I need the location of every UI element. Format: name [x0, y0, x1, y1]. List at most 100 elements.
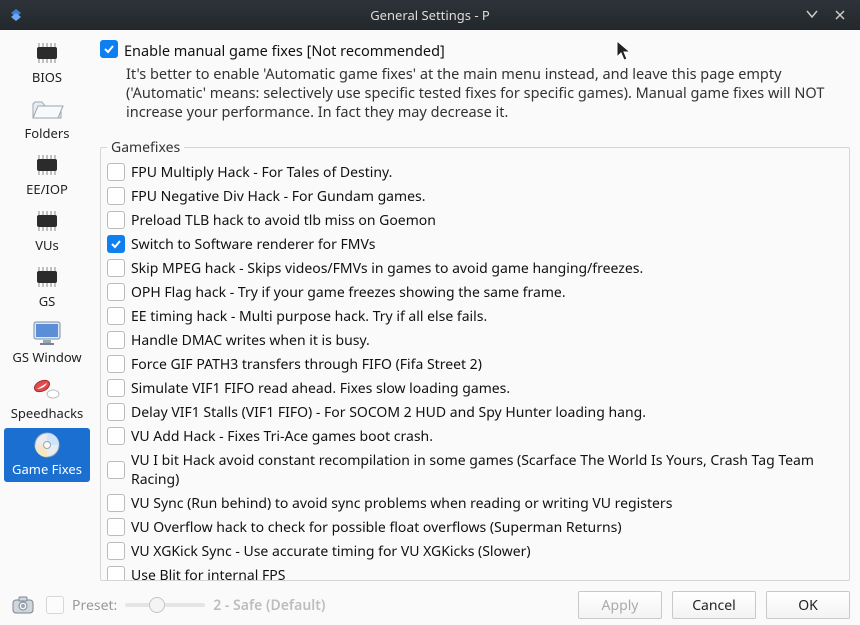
gamefix-row: Handle DMAC writes when it is busy. [107, 331, 843, 350]
sidebar: BIOS Folders EE/IOP VUs GS GS Window Speedhack… [0, 30, 94, 585]
gamefix-checkbox[interactable] [107, 211, 125, 229]
minimize-button[interactable] [800, 3, 824, 27]
gamefix-label[interactable]: Delay VIF1 Stalls (VIF1 FIFO) - For SOCO… [131, 403, 646, 422]
preset-slider[interactable] [125, 595, 205, 615]
gamefix-row: VU XGKick Sync - Use accurate timing for… [107, 542, 843, 561]
gamefix-checkbox[interactable] [107, 163, 125, 181]
enable-manual-fixes-row: Enable manual game fixes [Not recommende… [100, 40, 850, 61]
gamefix-row: Preload TLB hack to avoid tlb miss on Go… [107, 211, 843, 230]
sidebar-item-eeiop[interactable]: EE/IOP [4, 148, 90, 202]
sidebar-item-gs[interactable]: GS [4, 260, 90, 314]
sidebar-item-label: Game Fixes [12, 460, 82, 478]
gamefix-row: Skip MPEG hack - Skips videos/FMVs in ga… [107, 259, 843, 278]
sidebar-item-speedhacks[interactable]: Speedhacks [4, 372, 90, 426]
gamefix-label[interactable]: Switch to Software renderer for FMVs [131, 235, 375, 254]
gamefixes-legend: Gamefixes [107, 138, 184, 157]
sidebar-item-gswindow[interactable]: GS Window [4, 316, 90, 370]
gamefix-checkbox[interactable] [107, 259, 125, 277]
chip-icon [30, 38, 64, 68]
gamefix-row: VU Add Hack - Fixes Tri-Ace games boot c… [107, 427, 843, 446]
description-text: It's better to enable 'Automatic game fi… [100, 65, 850, 122]
gamefix-label[interactable]: FPU Multiply Hack - For Tales of Destiny… [131, 163, 392, 182]
gamefix-row: Simulate VIF1 FIFO read ahead. Fixes slo… [107, 379, 843, 398]
enable-manual-fixes-checkbox[interactable] [100, 40, 118, 58]
monitor-icon [30, 318, 64, 348]
preset-checkbox[interactable] [46, 596, 64, 614]
gamefix-label[interactable]: Skip MPEG hack - Skips videos/FMVs in ga… [131, 259, 643, 278]
gamefix-row: Force GIF PATH3 transfers through FIFO (… [107, 355, 843, 374]
gamefix-checkbox[interactable] [107, 403, 125, 421]
screenshot-icon[interactable] [10, 594, 36, 616]
sidebar-item-label: BIOS [32, 68, 62, 86]
pills-icon [30, 374, 64, 404]
gamefix-label[interactable]: Use Blit for internal FPS [131, 566, 285, 581]
chip-icon [30, 206, 64, 236]
close-button[interactable] [828, 3, 852, 27]
sidebar-item-label: Speedhacks [11, 404, 84, 422]
cancel-button[interactable]: Cancel [672, 591, 756, 619]
gamefix-checkbox[interactable] [107, 427, 125, 445]
gamefix-label[interactable]: Handle DMAC writes when it is busy. [131, 331, 370, 350]
gamefix-label[interactable]: FPU Negative Div Hack - For Gundam games… [131, 187, 425, 206]
sidebar-item-gamefixes[interactable]: Game Fixes [4, 428, 90, 482]
gamefix-checkbox[interactable] [107, 283, 125, 301]
disc-icon [30, 430, 64, 460]
sidebar-item-vus[interactable]: VUs [4, 204, 90, 258]
main-panel: Enable manual game fixes [Not recommende… [94, 30, 860, 585]
titlebar: General Settings - P [0, 0, 860, 30]
gamefixes-list: FPU Multiply Hack - For Tales of Destiny… [107, 161, 843, 581]
gamefix-checkbox[interactable] [107, 518, 125, 536]
body: BIOS Folders EE/IOP VUs GS GS Window Speedhack… [0, 30, 860, 585]
preset-label: Preset: [72, 596, 117, 615]
gamefix-checkbox[interactable] [107, 566, 125, 581]
gamefix-checkbox[interactable] [107, 307, 125, 325]
sidebar-item-label: Folders [25, 124, 70, 142]
gamefix-row: VU Overflow hack to check for possible f… [107, 518, 843, 537]
sidebar-item-folders[interactable]: Folders [4, 92, 90, 146]
window-title: General Settings - P [370, 6, 490, 24]
gamefix-row: FPU Multiply Hack - For Tales of Destiny… [107, 163, 843, 182]
sidebar-item-label: VUs [35, 236, 59, 254]
ok-button[interactable]: OK [766, 591, 850, 619]
gamefix-label[interactable]: VU Overflow hack to check for possible f… [131, 518, 622, 537]
gamefix-row: Delay VIF1 Stalls (VIF1 FIFO) - For SOCO… [107, 403, 843, 422]
chip-icon [30, 262, 64, 292]
preset-value: 2 - Safe (Default) [213, 596, 325, 615]
gamefix-checkbox[interactable] [107, 542, 125, 560]
gamefix-label[interactable]: Force GIF PATH3 transfers through FIFO (… [131, 355, 482, 374]
preset-area: Preset: 2 - Safe (Default) [46, 595, 325, 615]
sidebar-item-bios[interactable]: BIOS [4, 36, 90, 90]
gamefix-checkbox[interactable] [107, 331, 125, 349]
gamefix-label[interactable]: OPH Flag hack - Try if your game freezes… [131, 283, 566, 302]
gamefix-checkbox[interactable] [107, 494, 125, 512]
gamefix-checkbox[interactable] [107, 461, 125, 479]
gamefixes-group: Gamefixes FPU Multiply Hack - For Tales … [100, 138, 850, 581]
gamefix-checkbox[interactable] [107, 187, 125, 205]
gamefix-label[interactable]: VU Sync (Run behind) to avoid sync probl… [131, 494, 672, 513]
gamefix-label[interactable]: EE timing hack - Multi purpose hack. Try… [131, 307, 487, 326]
sidebar-item-label: GS [39, 292, 56, 310]
gamefix-row: EE timing hack - Multi purpose hack. Try… [107, 307, 843, 326]
app-icon [8, 7, 24, 23]
bottom-bar: Preset: 2 - Safe (Default) Apply Cancel … [0, 585, 860, 625]
gamefix-checkbox[interactable] [107, 379, 125, 397]
gamefix-label[interactable]: Preload TLB hack to avoid tlb miss on Go… [131, 211, 436, 230]
sidebar-item-label: EE/IOP [26, 180, 68, 198]
gamefix-row: OPH Flag hack - Try if your game freezes… [107, 283, 843, 302]
chip-icon [30, 150, 64, 180]
gamefix-checkbox[interactable] [107, 355, 125, 373]
gamefix-label[interactable]: VU XGKick Sync - Use accurate timing for… [131, 542, 531, 561]
folder-icon [30, 94, 64, 124]
gamefix-label[interactable]: Simulate VIF1 FIFO read ahead. Fixes slo… [131, 379, 510, 398]
gamefix-label[interactable]: VU I bit Hack avoid constant recompilati… [131, 451, 843, 489]
gamefix-row: FPU Negative Div Hack - For Gundam games… [107, 187, 843, 206]
gamefix-row: VU Sync (Run behind) to avoid sync probl… [107, 494, 843, 513]
gamefix-row: VU I bit Hack avoid constant recompilati… [107, 451, 843, 489]
gamefix-checkbox[interactable] [107, 235, 125, 253]
gamefix-label[interactable]: VU Add Hack - Fixes Tri-Ace games boot c… [131, 427, 433, 446]
gamefix-row: Switch to Software renderer for FMVs [107, 235, 843, 254]
gamefix-row: Use Blit for internal FPS [107, 566, 843, 581]
apply-button[interactable]: Apply [578, 591, 662, 619]
enable-manual-fixes-label[interactable]: Enable manual game fixes [Not recommende… [124, 40, 445, 61]
sidebar-item-label: GS Window [12, 348, 81, 366]
